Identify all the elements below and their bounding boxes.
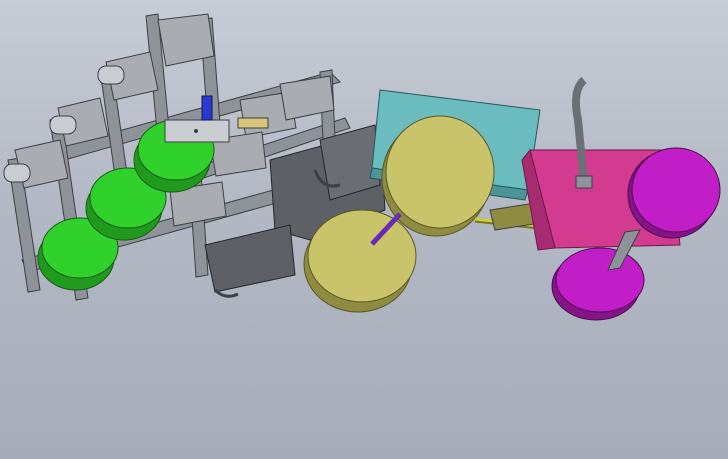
bolt [194, 129, 198, 133]
purple-wheel [627, 147, 721, 239]
purple-wheel [551, 247, 645, 321]
cad-assembly-model[interactable] [0, 0, 728, 459]
hopper [157, 13, 215, 67]
cad-viewport[interactable] [0, 0, 728, 459]
blue-block [201, 95, 213, 121]
